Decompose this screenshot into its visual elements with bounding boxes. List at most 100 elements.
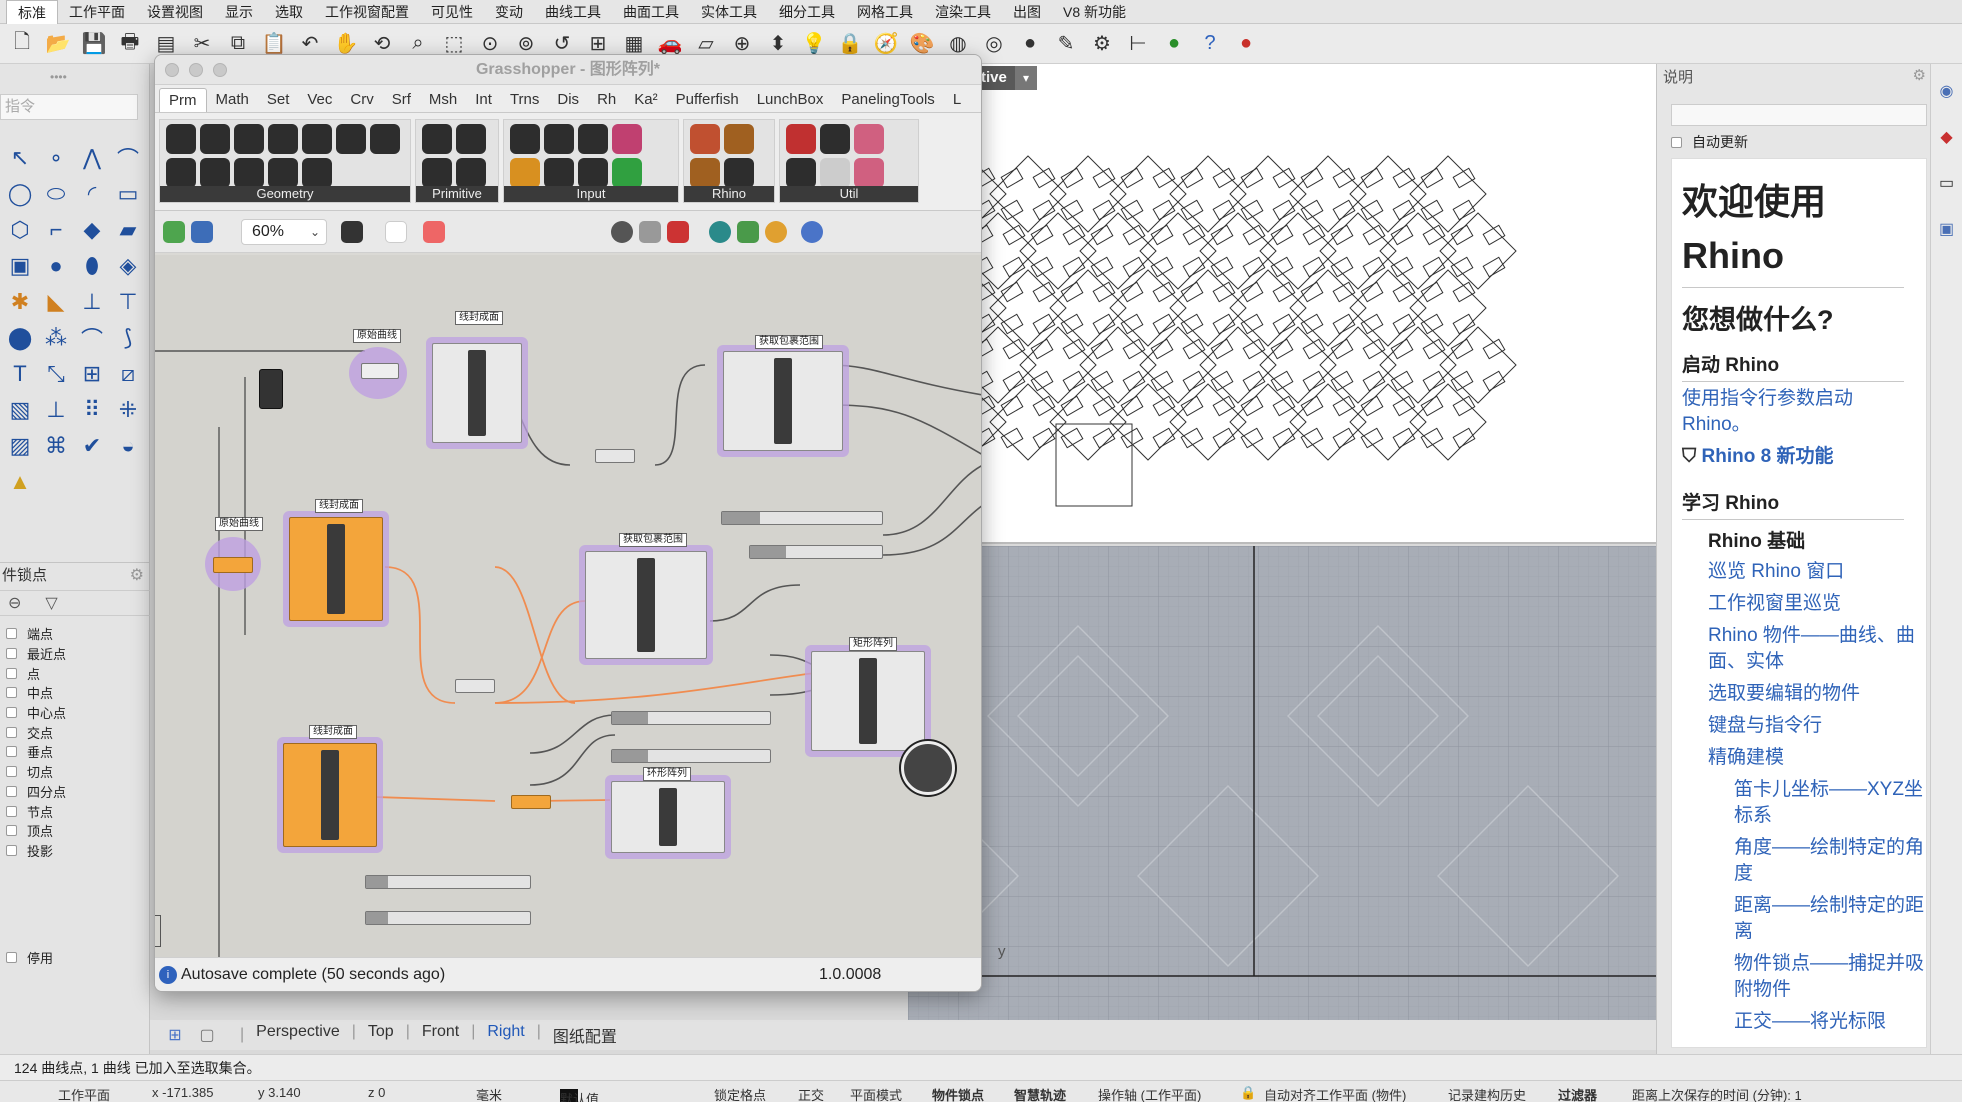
osnap-disable[interactable]: 停用 [6, 948, 53, 967]
menu-item[interactable]: 实体工具 [690, 0, 768, 24]
gh-cursor-dial[interactable] [901, 741, 955, 795]
print-icon[interactable]: 🖶 [114, 28, 146, 60]
object-icon[interactable] [724, 158, 754, 188]
gh-tab[interactable]: Dis [548, 88, 588, 112]
status-filter[interactable]: 过滤器 [1558, 1085, 1597, 1102]
flask-icon[interactable] [854, 158, 884, 188]
gh-component-boundary-2[interactable] [289, 517, 383, 621]
osnap-item[interactable]: 最近点 [6, 644, 66, 664]
osnap-checkbox[interactable] [6, 707, 17, 719]
grasshopper-icon[interactable]: ● [1158, 28, 1190, 60]
hex-icon[interactable] [200, 124, 230, 154]
menu-item[interactable]: 细分工具 [768, 0, 846, 24]
osnap-mode-icon[interactable]: ⊖ [8, 593, 21, 613]
shaded-icon[interactable]: ◎ [978, 28, 1010, 60]
box-param-icon[interactable] [268, 158, 298, 188]
surface-param-icon[interactable] [268, 124, 298, 154]
group-icon[interactable]: ▧ [2, 392, 38, 428]
move-icon[interactable]: T [2, 356, 38, 392]
gh-tab[interactable]: LunchBox [748, 88, 833, 112]
zoom-button[interactable] [213, 63, 227, 77]
gh-tab[interactable]: L [944, 88, 970, 112]
gh-relay[interactable] [259, 369, 283, 409]
number-slider[interactable] [749, 545, 883, 559]
menu-item[interactable]: 可见性 [420, 0, 484, 24]
help-link[interactable]: 精确建模 [1708, 745, 1926, 771]
menu-item[interactable]: V8 新功能 [1052, 0, 1137, 24]
status-gumball[interactable]: 操作轴 (工作平面) [1098, 1085, 1201, 1102]
osnap-checkbox[interactable] [6, 726, 17, 738]
help-link[interactable]: 选取要编辑的物件 [1708, 681, 1926, 707]
arrow-icon[interactable] [820, 124, 850, 154]
revolve-icon[interactable]: ◈ [110, 248, 146, 284]
slider-knob[interactable] [366, 876, 388, 888]
vector-param-icon[interactable] [200, 158, 230, 188]
viewport-tab[interactable]: Front [422, 1023, 459, 1047]
gh-tab[interactable]: Trns [501, 88, 548, 112]
gh-tab[interactable]: Vec [298, 88, 341, 112]
color-wheel-icon[interactable]: ◉ [1931, 72, 1962, 110]
light-tool-icon[interactable]: ▲ [2, 464, 38, 500]
cherry-icon[interactable] [786, 124, 816, 154]
material-icon[interactable]: ◆ [1931, 118, 1962, 156]
filter-icon[interactable]: ▽ [45, 593, 57, 613]
split-icon[interactable]: ⊥ [74, 284, 110, 320]
menu-item[interactable]: 显示 [214, 0, 264, 24]
osnap-item[interactable]: 点 [6, 663, 66, 683]
close-button[interactable] [165, 63, 179, 77]
osnap-item[interactable]: 四分点 [6, 782, 66, 802]
grid-array-icon[interactable]: ⠿ [74, 392, 110, 428]
gh-component-bounding-box-2[interactable] [585, 551, 707, 659]
trim-icon[interactable]: ⊤ [110, 284, 146, 320]
osnap-item[interactable]: 顶点 [6, 821, 66, 841]
render-settings-icon[interactable]: ✎ [1050, 28, 1082, 60]
chevron-down-icon[interactable]: ▾ [1015, 66, 1037, 90]
box-icon[interactable]: ▣ [2, 248, 38, 284]
open-file-icon[interactable]: 📂 [42, 28, 74, 60]
osnap-checkbox[interactable] [6, 667, 17, 679]
gradient-icon[interactable] [612, 124, 642, 154]
ellipse-icon[interactable]: ⬭ [38, 176, 74, 212]
preview-off-icon[interactable] [611, 221, 633, 243]
gh-tab[interactable]: Math [207, 88, 258, 112]
slider-knob[interactable] [612, 712, 648, 724]
snap-icon[interactable]: ⌘ [38, 428, 74, 464]
gh-tab[interactable]: Crv [341, 88, 382, 112]
help-sublink[interactable]: 正交——将光标限 [1734, 1009, 1926, 1035]
gh-component-bounding-box-1[interactable] [723, 351, 843, 451]
save-icon[interactable]: 💾 [78, 28, 110, 60]
command-input[interactable]: 指令 [0, 94, 138, 120]
menu-item[interactable]: 变动 [484, 0, 534, 24]
menu-item[interactable]: 选取 [264, 0, 314, 24]
select-arrow-icon[interactable]: ↖ [2, 140, 38, 176]
viewport-right[interactable]: y [908, 546, 1656, 1020]
status-cplane[interactable]: 工作平面 [58, 1085, 110, 1102]
slider-knob[interactable] [722, 512, 760, 524]
colour-icon[interactable] [765, 221, 787, 243]
cylinder-icon[interactable]: ⬮ [74, 248, 110, 284]
sphere-icon[interactable]: ● [38, 248, 74, 284]
status-planar[interactable]: 平面模式 [850, 1085, 902, 1102]
param-curve-1[interactable] [349, 347, 407, 399]
auto-update-checkbox[interactable] [1671, 136, 1682, 148]
boolean-param-icon[interactable] [422, 124, 452, 154]
menu-item[interactable]: 曲面工具 [612, 0, 690, 24]
join-icon[interactable]: ⬤ [2, 320, 38, 356]
lock-icon[interactable]: 🔒 [1240, 1085, 1256, 1101]
gh-tab[interactable]: Prm [159, 88, 207, 112]
line-param-icon[interactable] [370, 124, 400, 154]
menu-item[interactable]: 标准 [6, 0, 58, 24]
gh-relay-node[interactable] [455, 679, 495, 693]
gh-tab[interactable]: Set [258, 88, 299, 112]
bake-icon[interactable] [690, 124, 720, 154]
new-file-icon[interactable]: 🗋 [6, 28, 38, 60]
osnap-item[interactable]: 投影 [6, 841, 66, 861]
minimize-button[interactable] [189, 63, 203, 77]
gh-tab[interactable]: Srf [383, 88, 420, 112]
status-ortho[interactable]: 正交 [798, 1085, 824, 1102]
single-viewport-icon[interactable]: ▢ [196, 1024, 218, 1046]
new-features-link[interactable]: ⛉ Rhino 8 新功能 [1682, 444, 1926, 470]
slider-knob[interactable] [366, 912, 388, 924]
toggle-icon[interactable] [544, 158, 574, 188]
help-icon[interactable]: ? [1194, 28, 1226, 60]
